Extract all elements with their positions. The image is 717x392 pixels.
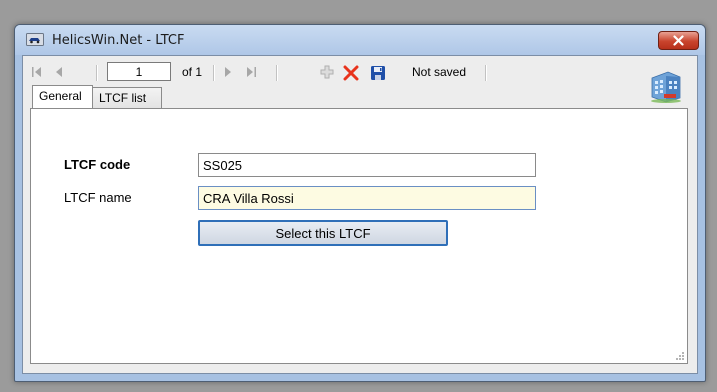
building-icon: [651, 71, 681, 103]
add-icon: [320, 65, 334, 79]
record-position-input[interactable]: [107, 62, 171, 81]
first-record-button[interactable]: [31, 65, 43, 79]
window-client: of 1: [22, 55, 698, 374]
tab-general-label: General: [39, 89, 82, 103]
car-icon: [26, 33, 44, 46]
delete-icon: [343, 65, 359, 81]
add-record-button[interactable]: [320, 65, 334, 79]
delete-record-button[interactable]: [343, 65, 359, 81]
record-count-label: of 1: [182, 65, 203, 79]
ltcf-code-label: LTCF code: [64, 157, 131, 172]
resize-grip[interactable]: [675, 351, 685, 361]
toolbar-separator: [485, 65, 487, 81]
tab-general[interactable]: General: [32, 85, 93, 108]
title-bar[interactable]: HelicsWin.Net - LTCF: [15, 25, 705, 55]
close-button[interactable]: [658, 31, 699, 50]
last-record-button[interactable]: [245, 65, 257, 79]
tab-ltcf-list-label: LTCF list: [99, 91, 147, 105]
prev-record-button[interactable]: [54, 65, 64, 79]
toolbar-separator: [96, 65, 98, 81]
record-toolbar: of 1: [23, 56, 697, 103]
save-icon: [371, 66, 385, 80]
general-tab-panel: LTCF code LTCF name Select this LTCF: [30, 108, 688, 364]
next-record-icon: [225, 67, 231, 77]
toolbar-separator: [213, 65, 215, 81]
save-status-label: Not saved: [412, 65, 467, 79]
ltcf-name-field[interactable]: [198, 186, 536, 210]
save-record-button[interactable]: [370, 65, 386, 81]
last-record-icon: [247, 67, 256, 77]
prev-record-icon: [56, 67, 62, 77]
main-window: HelicsWin.Net - LTCF of 1: [14, 24, 706, 382]
ltcf-name-label: LTCF name: [64, 190, 132, 205]
toolbar-separator: [276, 65, 278, 81]
window-title: HelicsWin.Net - LTCF: [52, 33, 185, 48]
ltcf-code-field[interactable]: [198, 153, 536, 177]
next-record-button[interactable]: [223, 65, 233, 79]
first-record-icon: [32, 67, 41, 77]
tab-ltcf-list[interactable]: LTCF list: [92, 87, 162, 108]
select-ltcf-button[interactable]: Select this LTCF: [198, 220, 448, 246]
close-icon: [673, 35, 684, 46]
